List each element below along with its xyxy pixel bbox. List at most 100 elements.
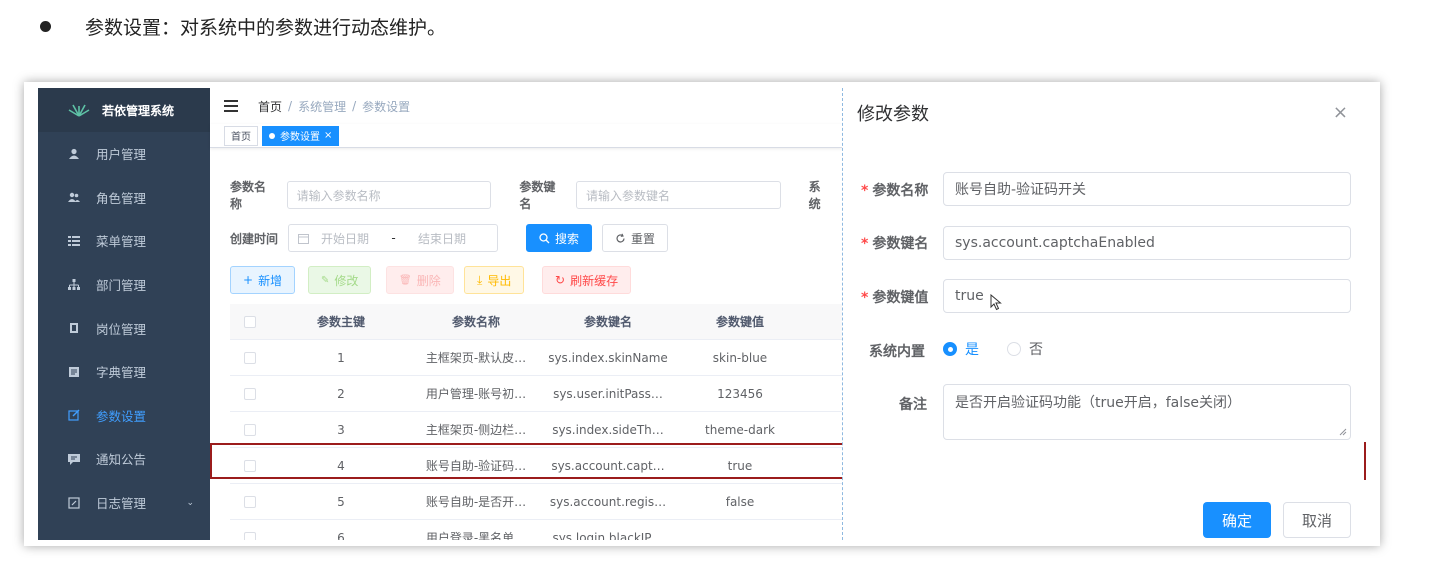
sidebar-item-post[interactable]: 岗位管理 [38,306,210,350]
cell-value: true [727,458,753,473]
chevron-down-icon: ⌄ [186,497,194,508]
sidebar-item-label: 参数设置 [96,408,147,424]
radio-yes[interactable]: 是 [943,339,979,359]
add-button[interactable]: + 新增 [230,266,296,294]
placeholder: 请输入参数名称 [296,188,381,203]
table-row[interactable]: 5 账号自助-是否开… sys.account.regis… false [230,484,842,520]
table-header: 参数主键 参数名称 参数键名 参数键值 [230,304,842,340]
column-header: 参数主键 [316,315,365,329]
edit-icon: ✎ [321,274,330,286]
breadcrumb-system[interactable]: 系统管理 [298,98,346,115]
start-date-placeholder: 开始日期 [321,231,370,246]
sidebar-item-log[interactable]: 日志管理 ⌄ [38,481,210,525]
bullet-icon [40,20,51,32]
dict-icon [69,366,79,377]
export-button[interactable]: ⤓ 导出 [464,266,525,294]
required-mark: * [861,236,869,252]
mouse-cursor-icon [990,294,1002,311]
close-icon[interactable]: × [324,130,332,141]
param-name-label: * 参数名称 [861,180,928,200]
refresh-cache-button[interactable]: ↻ 刷新缓存 [542,266,632,294]
table-row[interactable]: 1 主框架页-默认皮… sys.index.skinName skin-blue [230,340,842,376]
sidebar-item-label: 部门管理 [96,278,147,294]
tag-config[interactable]: 参数设置 × [262,125,340,146]
input-value: sys.account.captchaEnabled [955,235,1155,251]
cell-value: 123456 [717,386,763,401]
table-row[interactable]: 6 用户登录-黑名单… sys.login.blackIP… [230,520,842,540]
sidebar-item-menu[interactable]: 菜单管理 [38,219,210,263]
sidebar-logo[interactable]: 若依管理系统 [38,88,210,132]
calendar-icon [298,233,310,244]
cell-key: sys.account.regis… [549,494,667,509]
heading-line: 参数设置：对系统中的参数进行动态维护。 [40,10,446,42]
radio-no[interactable]: 否 [1007,339,1043,359]
cancel-button[interactable]: 取消 [1283,502,1351,538]
reset-button-label: 重置 [631,231,656,246]
row-checkbox[interactable] [244,531,256,540]
cell-name: 主框架页-侧边栏… [425,423,527,437]
breadcrumb-separator: / [352,99,357,113]
cell-name: 账号自助-验证码… [425,459,527,473]
resize-handle-icon[interactable] [1339,428,1347,436]
select-all-checkbox[interactable] [244,315,256,328]
radio-checked-icon [943,342,957,356]
config-key-input[interactable]: 请输入参数键名 [576,181,781,209]
create-time-label: 创建时间 [230,231,279,246]
tags-view: 首页 参数设置 × [210,124,842,148]
date-range-input[interactable]: 开始日期 - 结束日期 [288,224,499,252]
cell-value: skin-blue [712,350,768,365]
tree-table-icon [68,235,80,246]
breadcrumb-home[interactable]: 首页 [258,98,282,115]
edit-button[interactable]: ✎ 修改 [308,266,372,294]
sidebar-item-dict[interactable]: 字典管理 [38,350,210,394]
table-row-highlighted[interactable]: 4 账号自助-验证码… sys.account.capt… true [230,448,842,484]
cell-id: 6 [337,530,345,541]
cell-value: false [725,494,755,509]
edit-config-dialog: 修改参数 × * 参数名称 账号自助-验证码开关 * 参数键名 sys.accoun… [842,88,1366,540]
cell-key: sys.index.skinName [548,350,668,365]
row-checkbox[interactable] [244,459,256,472]
sidebar-item-config[interactable]: 参数设置 [38,394,210,438]
param-value-input[interactable]: true [943,279,1351,313]
config-type-label: 系统 [808,180,821,211]
remark-textarea[interactable]: 是否开启验证码功能（true开启，false关闭） [943,384,1351,440]
delete-button[interactable]: 🗑 删除 [386,266,454,294]
row-checkbox[interactable] [244,351,256,364]
sidebar-item-dept[interactable]: 部门管理 [38,263,210,307]
table-row[interactable]: 2 用户管理-账号初… sys.user.initPass… 123456 [230,376,842,412]
sidebar-item-label: 字典管理 [96,365,147,381]
search-row-1: 参数名称 请输入参数名称 参数键名 请输入参数键名 系统 [230,178,842,212]
cell-name: 主框架页-默认皮… [425,351,527,365]
textarea-value: 是否开启验证码功能（true开启，false关闭） [955,395,1242,411]
row-checkbox[interactable] [244,423,256,436]
config-name-input[interactable]: 请输入参数名称 [286,181,492,209]
row-checkbox[interactable] [244,495,256,508]
param-key-input[interactable]: sys.account.captchaEnabled [943,226,1351,260]
reset-button[interactable]: 重置 [602,224,669,252]
sidebar-item-label: 用户管理 [96,147,147,163]
table-row[interactable]: 3 主框架页-侧边栏… sys.index.sideTh… theme-dark [230,412,842,448]
confirm-button[interactable]: 确定 [1203,502,1271,538]
sidebar-item-user[interactable]: 用户管理 [38,132,210,176]
row-checkbox[interactable] [244,387,256,400]
cell-name: 用户管理-账号初… [425,387,527,401]
close-icon[interactable]: × [1333,102,1348,123]
sidebar-item-role[interactable]: 角色管理 [38,176,210,220]
tag-home[interactable]: 首页 [224,125,258,146]
hamburger-icon[interactable] [224,100,238,112]
config-key-label: 参数键名 [519,180,556,211]
label-text: 参数名称 [872,183,929,199]
column-header: 参数键名 [583,315,632,329]
param-name-input[interactable]: 账号自助-验证码开关 [943,172,1351,206]
heading-text: 参数设置：对系统中的参数进行动态维护。 [85,16,447,39]
sidebar-item-label: 通知公告 [96,452,147,468]
cell-name: 用户登录-黑名单… [425,531,527,540]
active-dot-icon [269,132,275,139]
cell-key: sys.index.sideTh… [552,422,664,437]
sidebar-item-notice[interactable]: 通知公告 [38,437,210,481]
tree-icon [68,278,80,290]
refresh-icon [616,233,625,242]
search-button[interactable]: 搜索 [526,224,593,252]
required-mark: * [861,290,869,306]
search-row-2: 创建时间 开始日期 - 结束日期 搜索 重置 [230,224,669,252]
